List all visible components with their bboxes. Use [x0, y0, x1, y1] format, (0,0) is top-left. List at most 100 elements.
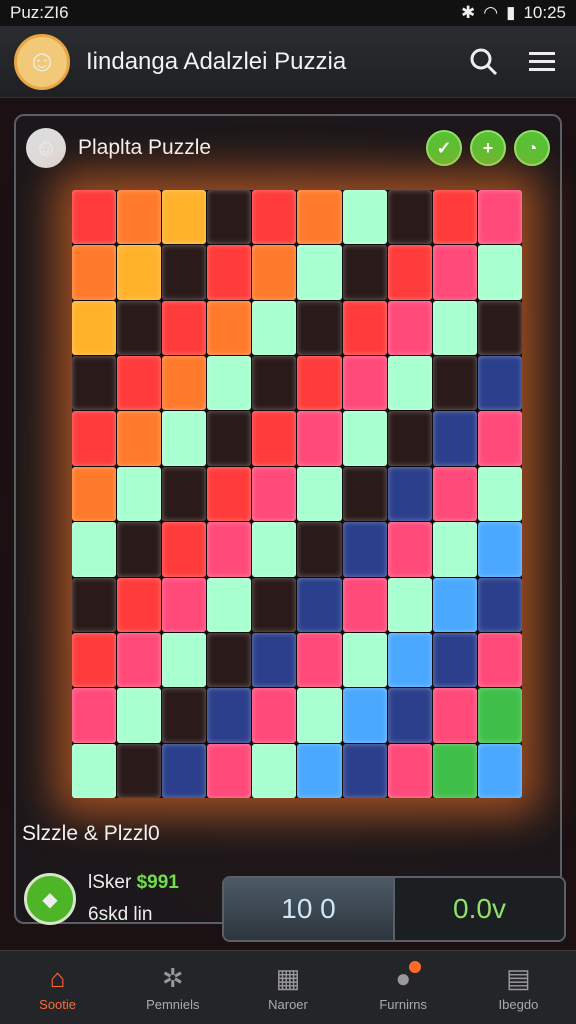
puzzle-piece[interactable] — [117, 522, 162, 577]
puzzle-piece[interactable] — [297, 632, 342, 688]
puzzle-piece[interactable] — [477, 522, 522, 577]
puzzle-piece[interactable] — [342, 245, 387, 300]
puzzle-piece[interactable] — [207, 522, 252, 577]
puzzle-piece[interactable] — [162, 411, 207, 466]
search-button[interactable] — [464, 42, 504, 82]
puzzle-piece[interactable] — [117, 245, 162, 300]
puzzle-piece[interactable] — [207, 577, 252, 632]
puzzle-piece[interactable] — [162, 522, 207, 577]
puzzle-piece[interactable] — [387, 522, 432, 577]
counter-left[interactable]: 10 0 — [224, 878, 395, 940]
puzzle-piece[interactable] — [72, 300, 117, 356]
puzzle-piece[interactable] — [297, 300, 342, 356]
puzzle-piece[interactable] — [252, 688, 297, 743]
puzzle-piece[interactable] — [162, 632, 207, 688]
puzzle-piece[interactable] — [72, 411, 117, 466]
puzzle-piece[interactable] — [72, 577, 117, 632]
nav-item-home[interactable]: ⌂ Sootie — [0, 951, 115, 1024]
puzzle-piece[interactable] — [387, 356, 432, 411]
puzzle-piece[interactable] — [297, 522, 342, 577]
puzzle-piece[interactable] — [207, 245, 252, 300]
puzzle-piece[interactable] — [252, 466, 297, 522]
puzzle-piece[interactable] — [297, 411, 342, 466]
puzzle-piece[interactable] — [387, 743, 432, 798]
puzzle-piece[interactable] — [162, 245, 207, 300]
puzzle-piece[interactable] — [342, 411, 387, 466]
puzzle-piece[interactable] — [432, 632, 477, 688]
nav-item-pemniels[interactable]: ✲ Pemniels — [115, 951, 230, 1024]
puzzle-piece[interactable] — [162, 688, 207, 743]
add-button[interactable]: + — [470, 130, 506, 166]
puzzle-piece[interactable] — [342, 190, 387, 245]
coin-icon[interactable]: ◆ — [24, 873, 76, 925]
puzzle-piece[interactable] — [252, 411, 297, 466]
puzzle-piece[interactable] — [387, 190, 432, 245]
puzzle-piece[interactable] — [342, 300, 387, 356]
puzzle-piece[interactable] — [477, 577, 522, 632]
puzzle-piece[interactable] — [387, 466, 432, 522]
puzzle-piece[interactable] — [432, 577, 477, 632]
puzzle-piece[interactable] — [387, 577, 432, 632]
puzzle-piece[interactable] — [207, 300, 252, 356]
puzzle-piece[interactable] — [387, 632, 432, 688]
puzzle-piece[interactable] — [207, 190, 252, 245]
puzzle-piece[interactable] — [252, 577, 297, 632]
puzzle-piece[interactable] — [387, 300, 432, 356]
puzzle-piece[interactable] — [117, 190, 162, 245]
puzzle-piece[interactable] — [117, 688, 162, 743]
puzzle-piece[interactable] — [207, 466, 252, 522]
nav-item-ibegdo[interactable]: ▤ Ibegdo — [461, 951, 576, 1024]
puzzle-piece[interactable] — [72, 466, 117, 522]
puzzle-piece[interactable] — [342, 356, 387, 411]
puzzle-piece[interactable] — [117, 300, 162, 356]
puzzle-piece[interactable] — [117, 632, 162, 688]
puzzle-piece[interactable] — [432, 300, 477, 356]
puzzle-piece[interactable] — [297, 190, 342, 245]
puzzle-piece[interactable] — [162, 577, 207, 632]
puzzle-piece[interactable] — [477, 300, 522, 356]
puzzle-piece[interactable] — [297, 356, 342, 411]
puzzle-piece[interactable] — [162, 356, 207, 411]
puzzle-piece[interactable] — [477, 632, 522, 688]
avatar[interactable]: ☺ — [14, 33, 70, 90]
puzzle-piece[interactable] — [477, 356, 522, 411]
counter-right[interactable]: 0.0v — [395, 878, 564, 940]
puzzle-piece[interactable] — [162, 190, 207, 245]
puzzle-piece[interactable] — [432, 356, 477, 411]
puzzle-piece[interactable] — [432, 466, 477, 522]
puzzle-piece[interactable] — [162, 466, 207, 522]
puzzle-piece[interactable] — [432, 522, 477, 577]
puzzle-piece[interactable] — [432, 245, 477, 300]
puzzle-piece[interactable] — [207, 688, 252, 743]
puzzle-piece[interactable] — [432, 743, 477, 798]
puzzle-piece[interactable] — [162, 300, 207, 356]
puzzle-piece[interactable] — [72, 688, 117, 743]
puzzle-piece[interactable] — [252, 356, 297, 411]
puzzle-piece[interactable] — [477, 190, 522, 245]
puzzle-piece[interactable] — [252, 743, 297, 798]
puzzle-piece[interactable] — [342, 688, 387, 743]
puzzle-piece[interactable] — [207, 632, 252, 688]
puzzle-piece[interactable] — [477, 743, 522, 798]
puzzle-piece[interactable] — [477, 688, 522, 743]
puzzle-piece[interactable] — [387, 245, 432, 300]
puzzle-piece[interactable] — [72, 743, 117, 798]
puzzle-piece[interactable] — [117, 466, 162, 522]
puzzle-board[interactable] — [72, 190, 522, 798]
puzzle-piece[interactable] — [207, 411, 252, 466]
puzzle-piece[interactable] — [252, 522, 297, 577]
puzzle-piece[interactable] — [342, 632, 387, 688]
puzzle-piece[interactable] — [342, 577, 387, 632]
puzzle-piece[interactable] — [432, 411, 477, 466]
puzzle-piece[interactable] — [252, 190, 297, 245]
puzzle-piece[interactable] — [342, 522, 387, 577]
puzzle-piece[interactable] — [297, 743, 342, 798]
puzzle-piece[interactable] — [477, 466, 522, 522]
puzzle-piece[interactable] — [342, 743, 387, 798]
puzzle-piece[interactable] — [387, 688, 432, 743]
puzzle-piece[interactable] — [72, 522, 117, 577]
puzzle-piece[interactable] — [72, 356, 117, 411]
puzzle-piece[interactable] — [252, 300, 297, 356]
puzzle-piece[interactable] — [252, 632, 297, 688]
nav-item-furnirns[interactable]: ● Furnirns — [346, 951, 461, 1024]
